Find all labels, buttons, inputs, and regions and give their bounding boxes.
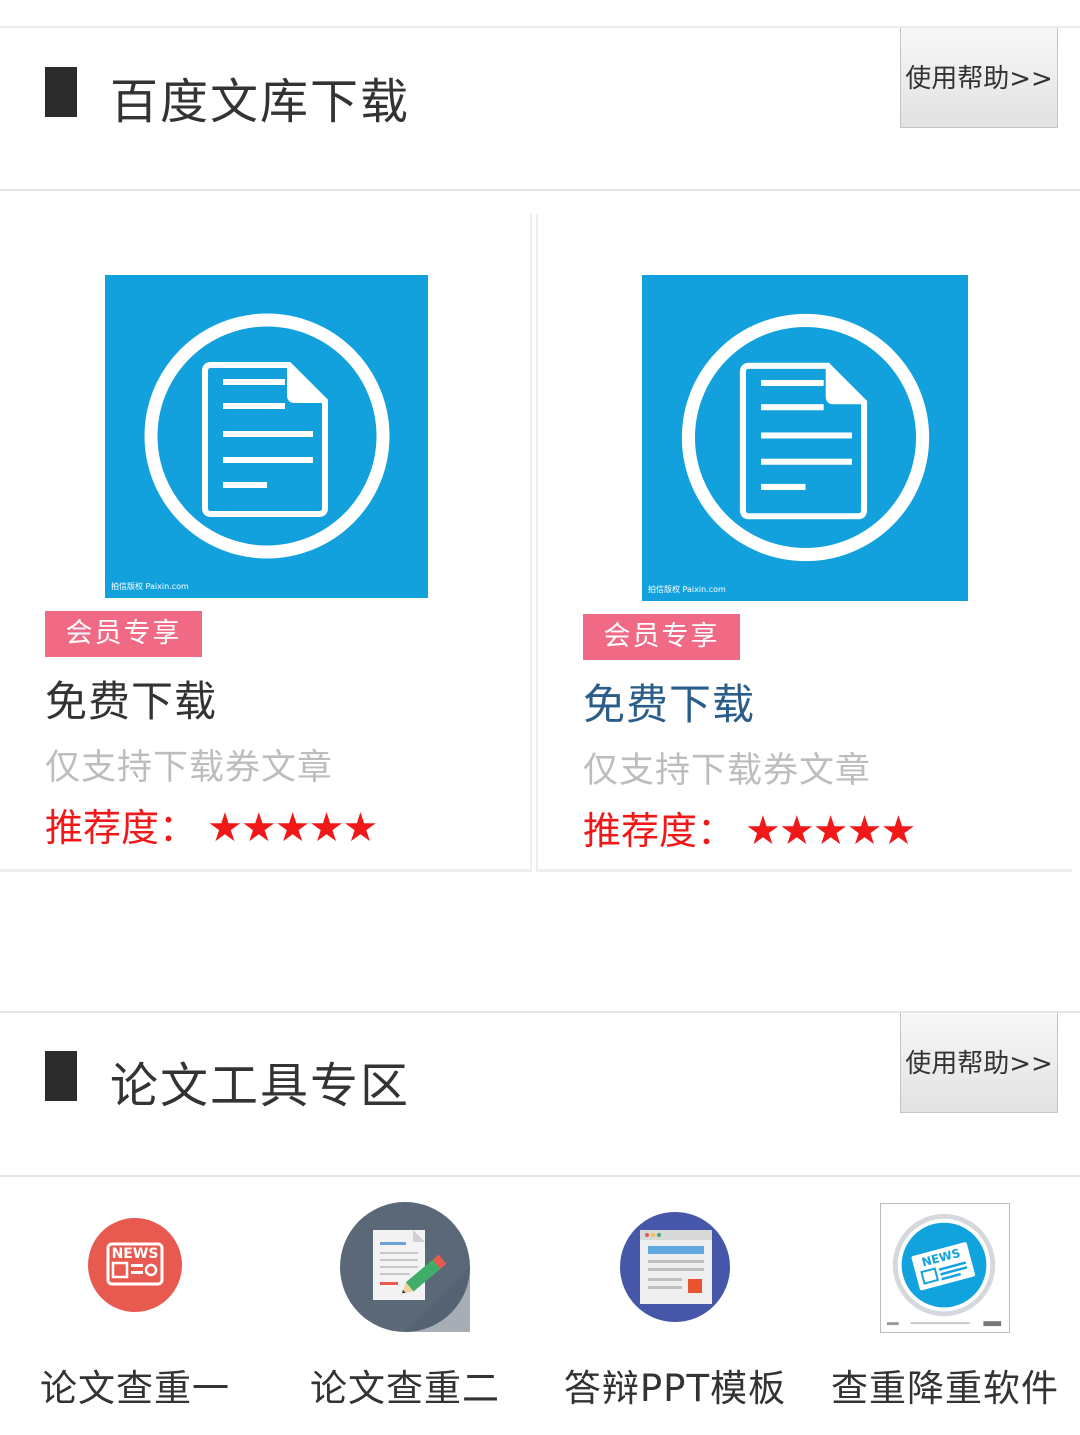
tool-plagiarism-check-2[interactable]: 论文查重二 [270, 1200, 540, 1430]
tool-label: 论文查重一 [40, 1367, 230, 1410]
help-button[interactable]: 使用帮助>> [900, 1013, 1058, 1113]
card-title[interactable]: 免费下载 [45, 668, 217, 729]
news-icon: NEWS [88, 1218, 182, 1312]
card-subtitle: 仅支持下载券文章 [583, 751, 872, 791]
section-divider [0, 189, 1080, 191]
section-divider [0, 1175, 1080, 1177]
tool-label: 论文查重二 [310, 1367, 500, 1410]
section-header-baidu: 百度文库下载 使用帮助>> [0, 28, 1080, 192]
document-edit-icon [340, 1202, 470, 1332]
watermark: 拍信版权 Paixin.com [111, 582, 189, 591]
rating-stars: ★★★★★ [207, 805, 378, 851]
member-badge: 会员专享 [45, 611, 202, 657]
rating-stars: ★★★★★ [745, 808, 916, 854]
presentation-icon [620, 1212, 730, 1322]
tool-label: 查重降重软件 [831, 1367, 1059, 1410]
help-button[interactable]: 使用帮助>> [900, 28, 1058, 128]
newspaper-icon: NEWS [880, 1203, 1010, 1333]
card-subtitle: 仅支持下载券文章 [45, 748, 334, 788]
member-badge: 会员专享 [583, 614, 740, 660]
download-card-1[interactable]: 拍信版权 Paixin.com 会员专享 免费下载 仅支持下载券文章 推荐度： ★… [0, 214, 532, 872]
watermark: 拍信版权 Paixin.com [648, 585, 726, 594]
rating-label: 推荐度： [45, 806, 198, 850]
news-icon-text: NEWS [112, 1246, 159, 1262]
document-thumbnail: 拍信版权 Paixin.com [105, 275, 428, 598]
rating: 推荐度： ★★★★★ [583, 800, 916, 855]
document-thumbnail: 拍信版权 Paixin.com [642, 275, 968, 601]
section-marker [45, 67, 77, 117]
section-title: 百度文库下载 [110, 74, 411, 130]
tool-defense-ppt[interactable]: 答辩PPT模板 [540, 1200, 810, 1430]
document-icon [144, 313, 390, 559]
rating: 推荐度： ★★★★★ [45, 797, 378, 852]
card-title[interactable]: 免费下载 [583, 671, 755, 732]
tool-label: 答辩PPT模板 [563, 1367, 787, 1410]
section-marker [45, 1051, 77, 1101]
tool-plagiarism-check-1[interactable]: NEWS 论文查重一 [0, 1200, 270, 1430]
tool-reduce-duplication-software[interactable]: NEWS 查重降重软件 [810, 1200, 1080, 1430]
section-title: 论文工具专区 [110, 1058, 411, 1114]
document-icon [681, 313, 930, 562]
download-card-2[interactable]: 拍信版权 Paixin.com 会员专享 免费下载 仅支持下载券文章 推荐度： ★… [536, 214, 1072, 872]
section-header-tools: 论文工具专区 使用帮助>> [0, 1013, 1080, 1177]
rating-label: 推荐度： [583, 809, 736, 853]
